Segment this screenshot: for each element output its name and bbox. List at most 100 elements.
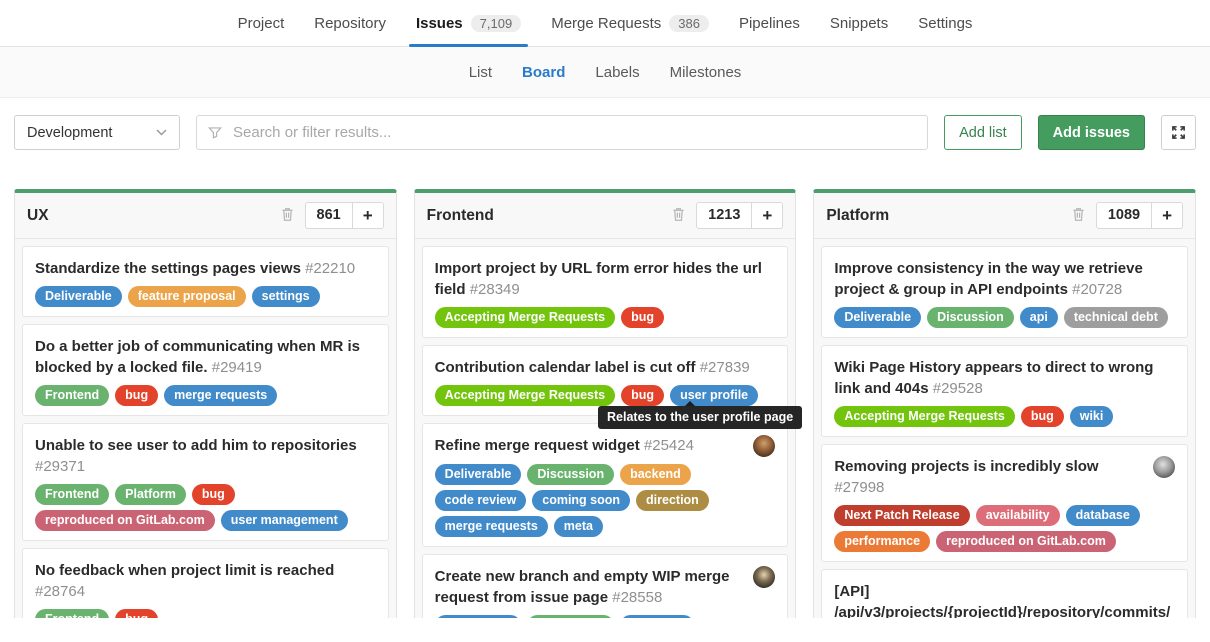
issue-card[interactable]: Import project by URL form error hides t… — [422, 246, 789, 338]
nav-item-repository[interactable]: Repository — [299, 0, 401, 46]
filter-icon — [208, 126, 222, 140]
issue-card[interactable]: [API] /api/v3/projects/{projectId}/repos… — [821, 569, 1188, 618]
label-chip[interactable]: user management — [221, 510, 348, 531]
issue-card[interactable]: Refine merge request widget #25424 Delive… — [422, 423, 789, 547]
label-chip[interactable]: performance — [834, 531, 930, 552]
label-chip[interactable]: Deliverable — [435, 464, 522, 485]
trash-icon — [281, 207, 294, 225]
subnav-item-labels[interactable]: Labels — [580, 64, 654, 81]
label-chip[interactable]: reproduced on GitLab.com — [35, 510, 215, 531]
label-chip[interactable]: Accepting Merge Requests — [834, 406, 1014, 427]
label-chip[interactable]: Deliverable — [435, 615, 522, 618]
label-chip[interactable]: Frontend — [35, 484, 109, 505]
label-chip[interactable]: coming soon — [532, 490, 630, 511]
nav-item-project[interactable]: Project — [223, 0, 300, 46]
issue-card[interactable]: Standardize the settings pages views #22… — [22, 246, 389, 317]
label-chip[interactable]: user profile — [670, 385, 758, 406]
label-chip[interactable]: bug — [192, 484, 235, 505]
label-chip[interactable]: Deliverable — [35, 286, 122, 307]
label-chip[interactable]: bug — [115, 609, 158, 618]
nav-item-settings[interactable]: Settings — [903, 0, 987, 46]
issue-card[interactable]: No feedback when project limit is reache… — [22, 548, 389, 618]
issue-count: 861 — [306, 203, 352, 228]
new-issue-button[interactable]: + — [1151, 203, 1182, 228]
nav-item-issues[interactable]: Issues7,109 — [401, 0, 536, 46]
board-select[interactable]: Development — [14, 115, 180, 150]
issue-card[interactable]: Do a better job of communicating when MR… — [22, 324, 389, 416]
label-chip[interactable]: Frontend — [35, 385, 109, 406]
label-chip[interactable]: merge requests — [435, 516, 548, 537]
fullscreen-button[interactable] — [1161, 115, 1196, 150]
new-issue-button[interactable]: + — [352, 203, 383, 228]
label-chip[interactable]: bug — [621, 385, 664, 406]
subnav-item-milestones[interactable]: Milestones — [655, 64, 757, 81]
label-chip[interactable]: Discussion — [527, 464, 614, 485]
add-issues-button[interactable]: Add issues — [1038, 115, 1145, 150]
assignee-avatar[interactable] — [1153, 456, 1175, 478]
label-chip[interactable]: merge requests — [164, 385, 277, 406]
label-chip[interactable]: bug — [1021, 406, 1064, 427]
label-chip[interactable]: api — [1020, 307, 1058, 328]
chevron-down-icon — [156, 129, 167, 136]
issue-card[interactable]: Create new branch and empty WIP merge re… — [422, 554, 789, 618]
card-title: Standardize the settings pages views #22… — [35, 258, 376, 279]
subnav-item-list[interactable]: List — [454, 64, 507, 81]
column-title: Frontend — [427, 207, 672, 225]
label-list: Accepting Merge Requests bug — [435, 307, 776, 328]
issue-card[interactable]: Removing projects is incredibly slow #27… — [821, 444, 1188, 562]
new-issue-button[interactable]: + — [751, 203, 782, 228]
label-chip[interactable]: bug — [115, 385, 158, 406]
subnav-item-board[interactable]: Board — [507, 64, 580, 81]
trash-icon — [1072, 207, 1085, 225]
label-chip[interactable]: backend — [620, 464, 691, 485]
label-chip[interactable]: wiki — [1070, 406, 1114, 427]
label-list: Frontend Platform bug reproduced on GitLab.… — [35, 484, 376, 531]
label-chip[interactable]: Frontend — [35, 609, 109, 618]
card-title: Refine merge request widget #25424 — [435, 435, 744, 456]
card-top: Wiki Page History appears to direct to w… — [834, 357, 1175, 399]
card-title-text: Do a better job of communicating when MR… — [35, 338, 360, 376]
column-actions: 1213+ — [672, 202, 783, 229]
label-chip[interactable]: UX ready — [620, 615, 694, 618]
label-chip[interactable]: feature proposal — [128, 286, 246, 307]
label-chip[interactable]: Discussion — [927, 307, 1014, 328]
card-title: Do a better job of communicating when MR… — [35, 336, 376, 378]
delete-list-button[interactable] — [1072, 207, 1085, 225]
assignee-avatar[interactable] — [753, 566, 775, 588]
trash-icon — [672, 207, 685, 225]
card-title-text: Create new branch and empty WIP merge re… — [435, 568, 730, 606]
search-input[interactable] — [231, 123, 916, 142]
issue-card[interactable]: Unable to see user to add him to reposit… — [22, 423, 389, 541]
card-top: Create new branch and empty WIP merge re… — [435, 566, 776, 608]
column-actions: 1089+ — [1072, 202, 1183, 229]
card-title: Create new branch and empty WIP merge re… — [435, 566, 744, 608]
delete-list-button[interactable] — [672, 207, 685, 225]
label-chip[interactable]: direction — [636, 490, 709, 511]
issue-card[interactable]: Improve consistency in the way we retrie… — [821, 246, 1188, 338]
label-chip[interactable]: Deliverable — [834, 307, 921, 328]
add-list-button[interactable]: Add list — [944, 115, 1022, 150]
card-top: Import project by URL form error hides t… — [435, 258, 776, 300]
nav-item-merge-requests[interactable]: Merge Requests386 — [536, 0, 724, 46]
label-chip[interactable]: Discussion — [527, 615, 614, 618]
label-chip[interactable]: settings — [252, 286, 320, 307]
label-chip[interactable]: bug — [621, 307, 664, 328]
label-chip[interactable]: availability — [976, 505, 1060, 526]
label-chip[interactable]: technical debt — [1064, 307, 1168, 328]
card-title-text: Wiki Page History appears to direct to w… — [834, 359, 1153, 397]
label-chip[interactable]: Platform — [115, 484, 186, 505]
label-chip[interactable]: meta — [554, 516, 603, 537]
nav-item-label: Repository — [314, 15, 386, 32]
nav-item-snippets[interactable]: Snippets — [815, 0, 903, 46]
label-chip[interactable]: Accepting Merge Requests — [435, 307, 615, 328]
assignee-avatar[interactable] — [753, 435, 775, 457]
board-column-frontend: Frontend1213+ Import project by URL form … — [414, 189, 797, 618]
delete-list-button[interactable] — [281, 207, 294, 225]
label-chip[interactable]: database — [1066, 505, 1140, 526]
issue-card[interactable]: Wiki Page History appears to direct to w… — [821, 345, 1188, 437]
nav-item-pipelines[interactable]: Pipelines — [724, 0, 815, 46]
label-chip[interactable]: Accepting Merge Requests — [435, 385, 615, 406]
label-chip[interactable]: code review — [435, 490, 527, 511]
label-chip[interactable]: reproduced on GitLab.com — [936, 531, 1116, 552]
label-chip[interactable]: Next Patch Release — [834, 505, 969, 526]
